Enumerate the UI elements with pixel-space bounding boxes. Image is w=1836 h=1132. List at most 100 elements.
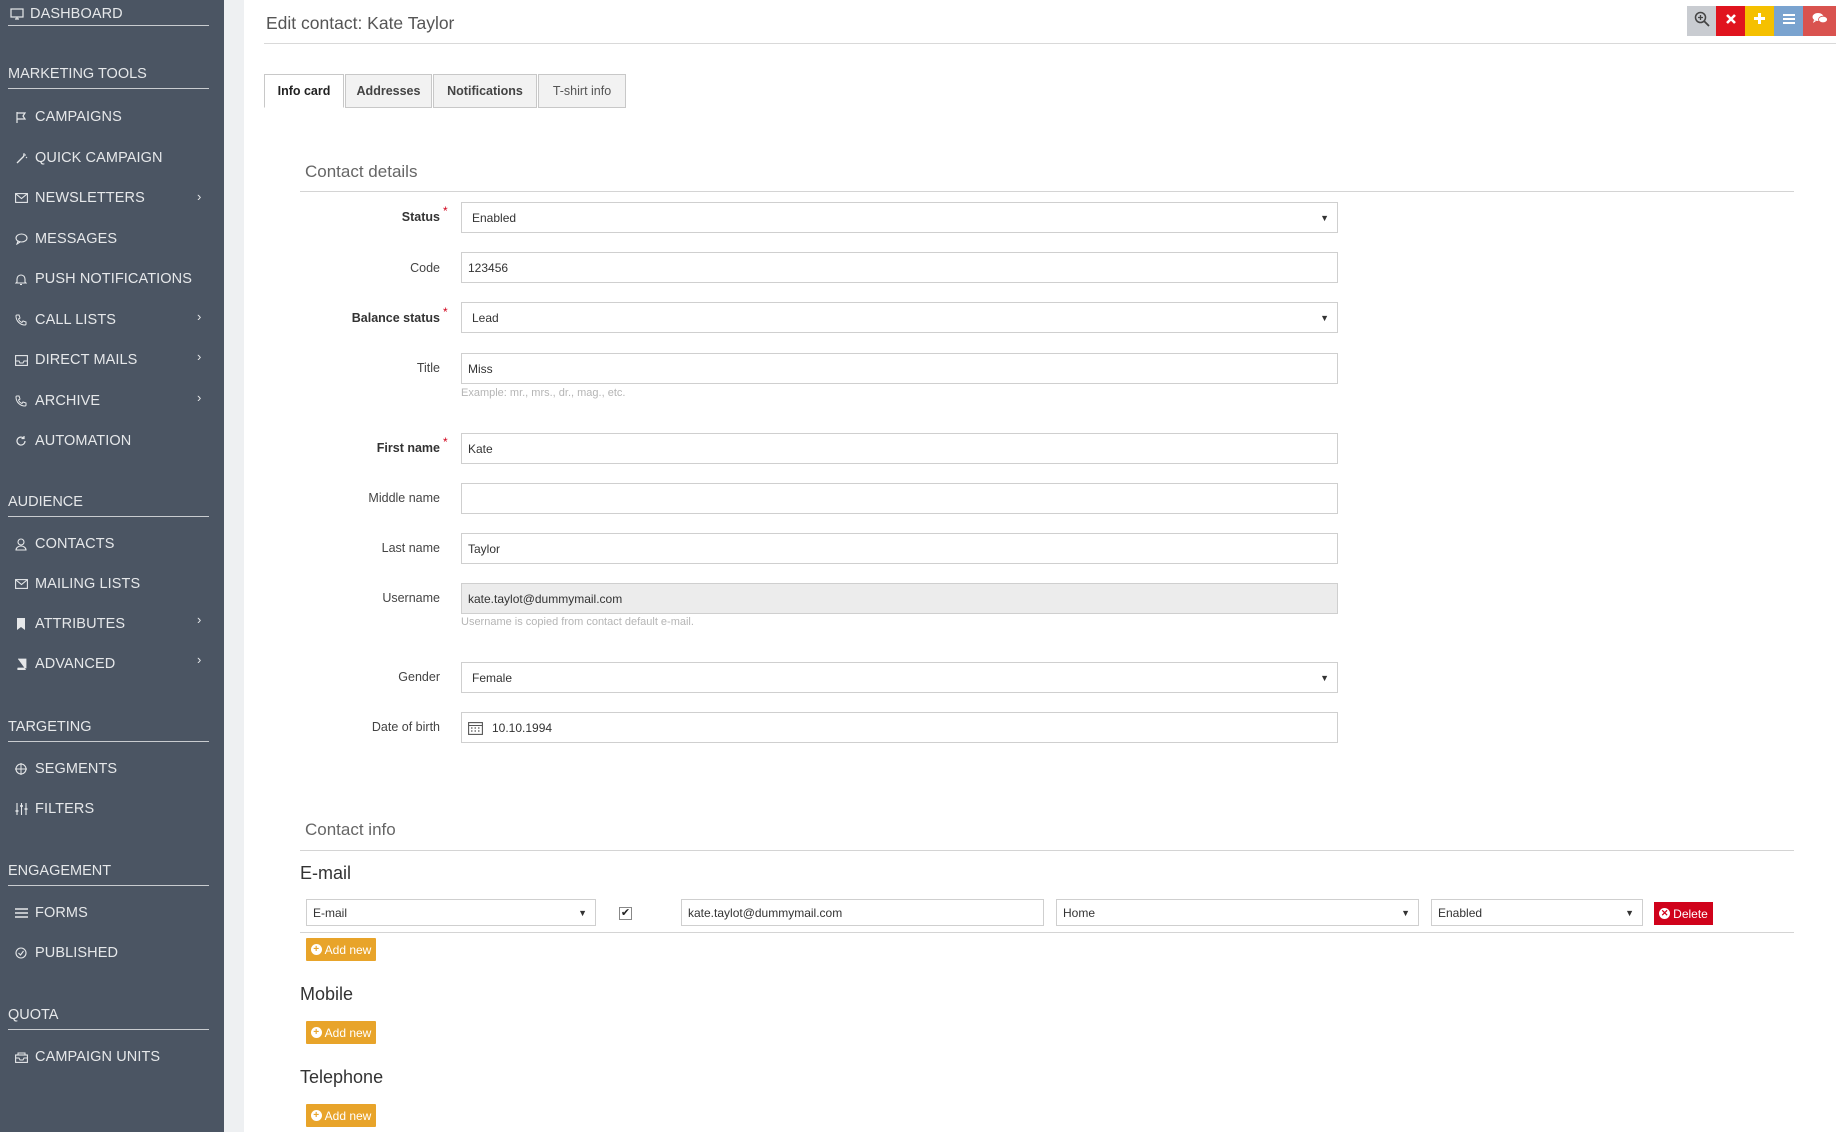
- sidebar-item-forms[interactable]: FORMS: [12, 902, 88, 924]
- gender-label: Gender: [398, 670, 440, 684]
- section-divider: [300, 191, 1794, 192]
- last-name-input[interactable]: Taylor: [461, 533, 1338, 564]
- sidebar-gutter: [224, 0, 244, 1132]
- plus-circle-icon: +: [310, 944, 322, 955]
- chevron-right-icon: ›: [197, 612, 202, 627]
- title-label: Title: [416, 361, 440, 375]
- email-default-checkbox[interactable]: ✔: [619, 907, 632, 920]
- sidebar-item-label: NEWSLETTERS: [35, 190, 145, 206]
- sidebar-item-mailing-lists[interactable]: MAILING LISTS: [12, 573, 140, 595]
- section-quota: QUOTA: [8, 1007, 209, 1030]
- first-name-input[interactable]: Kate: [461, 433, 1338, 464]
- chevron-right-icon: ›: [197, 652, 202, 667]
- add-new-label: Add new: [324, 1025, 372, 1040]
- flag-icon: [12, 110, 30, 124]
- sidebar-item-dashboard[interactable]: DASHBOARD: [8, 3, 123, 25]
- telephone-heading: Telephone: [300, 1067, 384, 1087]
- sidebar-item-automation[interactable]: AUTOMATION: [12, 430, 131, 452]
- sidebar-item-label: SEGMENTS: [35, 761, 118, 777]
- list-icon: [12, 906, 30, 920]
- section-title-contact-details: Contact details: [305, 162, 418, 181]
- middle-name-input[interactable]: [461, 483, 1338, 514]
- tab-notifications[interactable]: Notifications: [433, 74, 537, 108]
- title-input[interactable]: Miss: [461, 353, 1338, 384]
- phone-icon: [12, 313, 30, 327]
- close-icon: [1725, 12, 1737, 30]
- sidebar-item-quick-campaign[interactable]: QUICK CAMPAIGN: [12, 147, 163, 169]
- caret-down-icon: ▼: [1401, 907, 1410, 918]
- sidebar-item-push-notifications[interactable]: PUSH NOTIFICATIONS: [12, 268, 192, 290]
- add-new-label: Add new: [324, 1108, 372, 1123]
- balance-status-select[interactable]: Lead ▼: [461, 302, 1338, 333]
- code-input[interactable]: 123456: [461, 252, 1338, 283]
- tab-info-card[interactable]: Info card: [264, 74, 344, 108]
- date-of-birth-label: Date of birth: [371, 720, 440, 734]
- sidebar-item-label: DIRECT MAILS: [35, 352, 138, 368]
- hamburger-icon: [1782, 12, 1796, 30]
- email-address-input[interactable]: kate.taylot@dummymail.com: [681, 899, 1044, 926]
- sidebar-item-campaign-units[interactable]: CAMPAIGN UNITS: [12, 1046, 160, 1068]
- email-location-select[interactable]: Home ▼: [1056, 899, 1419, 926]
- sidebar-item-segments[interactable]: SEGMENTS: [12, 758, 117, 780]
- sidebar: DASHBOARD MARKETING TOOLS CAMPAIGNS QUIC…: [0, 0, 224, 1132]
- sidebar-item-label: FORMS: [35, 905, 88, 921]
- date-of-birth-input[interactable]: 10.10.1994: [461, 712, 1338, 743]
- middle-name-label: Middle name: [368, 491, 440, 505]
- sidebar-item-filters[interactable]: FILTERS: [12, 798, 94, 820]
- username-help-text: Username is copied from contact default …: [461, 616, 694, 628]
- sidebar-item-call-lists[interactable]: CALL LISTS: [12, 309, 116, 331]
- gender-value: Female: [472, 670, 513, 685]
- add-telephone-button[interactable]: + Add new: [306, 1104, 376, 1127]
- crosshair-icon: [12, 762, 30, 776]
- first-name-value: Kate: [468, 441, 493, 456]
- book-icon: [12, 657, 30, 671]
- caret-down-icon: ▼: [1320, 312, 1329, 323]
- required-mark: *: [443, 305, 448, 319]
- page-title: Edit contact: Kate Taylor: [266, 13, 455, 33]
- monitor-icon: [8, 7, 26, 21]
- close-button[interactable]: [1716, 6, 1745, 36]
- sidebar-item-direct-mails[interactable]: DIRECT MAILS: [12, 349, 137, 371]
- gender-select[interactable]: Female ▼: [461, 662, 1338, 693]
- zoom-button[interactable]: [1687, 6, 1716, 36]
- chevron-right-icon: ›: [197, 349, 202, 364]
- chat-button[interactable]: [1803, 6, 1836, 36]
- chevron-right-icon: ›: [197, 189, 202, 204]
- wand-icon: [12, 151, 30, 165]
- email-location-value: Home: [1063, 905, 1096, 920]
- username-input: kate.taylot@dummymail.com: [461, 583, 1338, 614]
- sidebar-item-newsletters[interactable]: NEWSLETTERS: [12, 187, 145, 209]
- mobile-heading: Mobile: [300, 984, 354, 1004]
- menu-button[interactable]: [1774, 6, 1803, 36]
- sidebar-item-contacts[interactable]: CONTACTS: [12, 533, 114, 555]
- mailbox-icon: [12, 353, 30, 367]
- delete-email-button[interactable]: ✕ Delete: [1654, 902, 1713, 925]
- sidebar-item-label: PUSH NOTIFICATIONS: [35, 271, 193, 287]
- balance-status-label: Balance status: [351, 311, 440, 325]
- sidebar-item-attributes[interactable]: ATTRIBUTES: [12, 613, 125, 635]
- sidebar-item-campaigns[interactable]: CAMPAIGNS: [12, 106, 122, 128]
- add-button[interactable]: [1745, 6, 1774, 36]
- email-row-divider: [300, 932, 1794, 933]
- sidebar-item-published[interactable]: PUBLISHED: [12, 942, 118, 964]
- inbox-icon: [12, 1050, 30, 1064]
- close-circle-icon: ✕: [1659, 908, 1671, 919]
- calendar-icon[interactable]: [468, 721, 484, 735]
- sidebar-item-messages[interactable]: MESSAGES: [12, 228, 117, 250]
- email-type-select[interactable]: E-mail ▼: [306, 899, 596, 926]
- add-mobile-button[interactable]: + Add new: [306, 1021, 376, 1044]
- sidebar-item-archive[interactable]: ARCHIVE: [12, 390, 100, 412]
- email-status-select[interactable]: Enabled ▼: [1431, 899, 1643, 926]
- tab-tshirt-info[interactable]: T-shirt info: [538, 74, 626, 108]
- sidebar-item-label: CAMPAIGN UNITS: [35, 1049, 161, 1065]
- add-email-button[interactable]: + Add new: [306, 938, 376, 961]
- divider: [8, 25, 209, 26]
- status-select[interactable]: Enabled ▼: [461, 202, 1338, 233]
- required-mark: *: [443, 435, 448, 449]
- caret-down-icon: ▼: [1320, 212, 1329, 223]
- sidebar-item-advanced[interactable]: ADVANCED: [12, 653, 115, 675]
- email-heading: E-mail: [300, 863, 352, 883]
- sliders-icon: [12, 802, 30, 816]
- sidebar-item-label: CALL LISTS: [35, 312, 117, 328]
- tab-addresses[interactable]: Addresses: [345, 74, 432, 108]
